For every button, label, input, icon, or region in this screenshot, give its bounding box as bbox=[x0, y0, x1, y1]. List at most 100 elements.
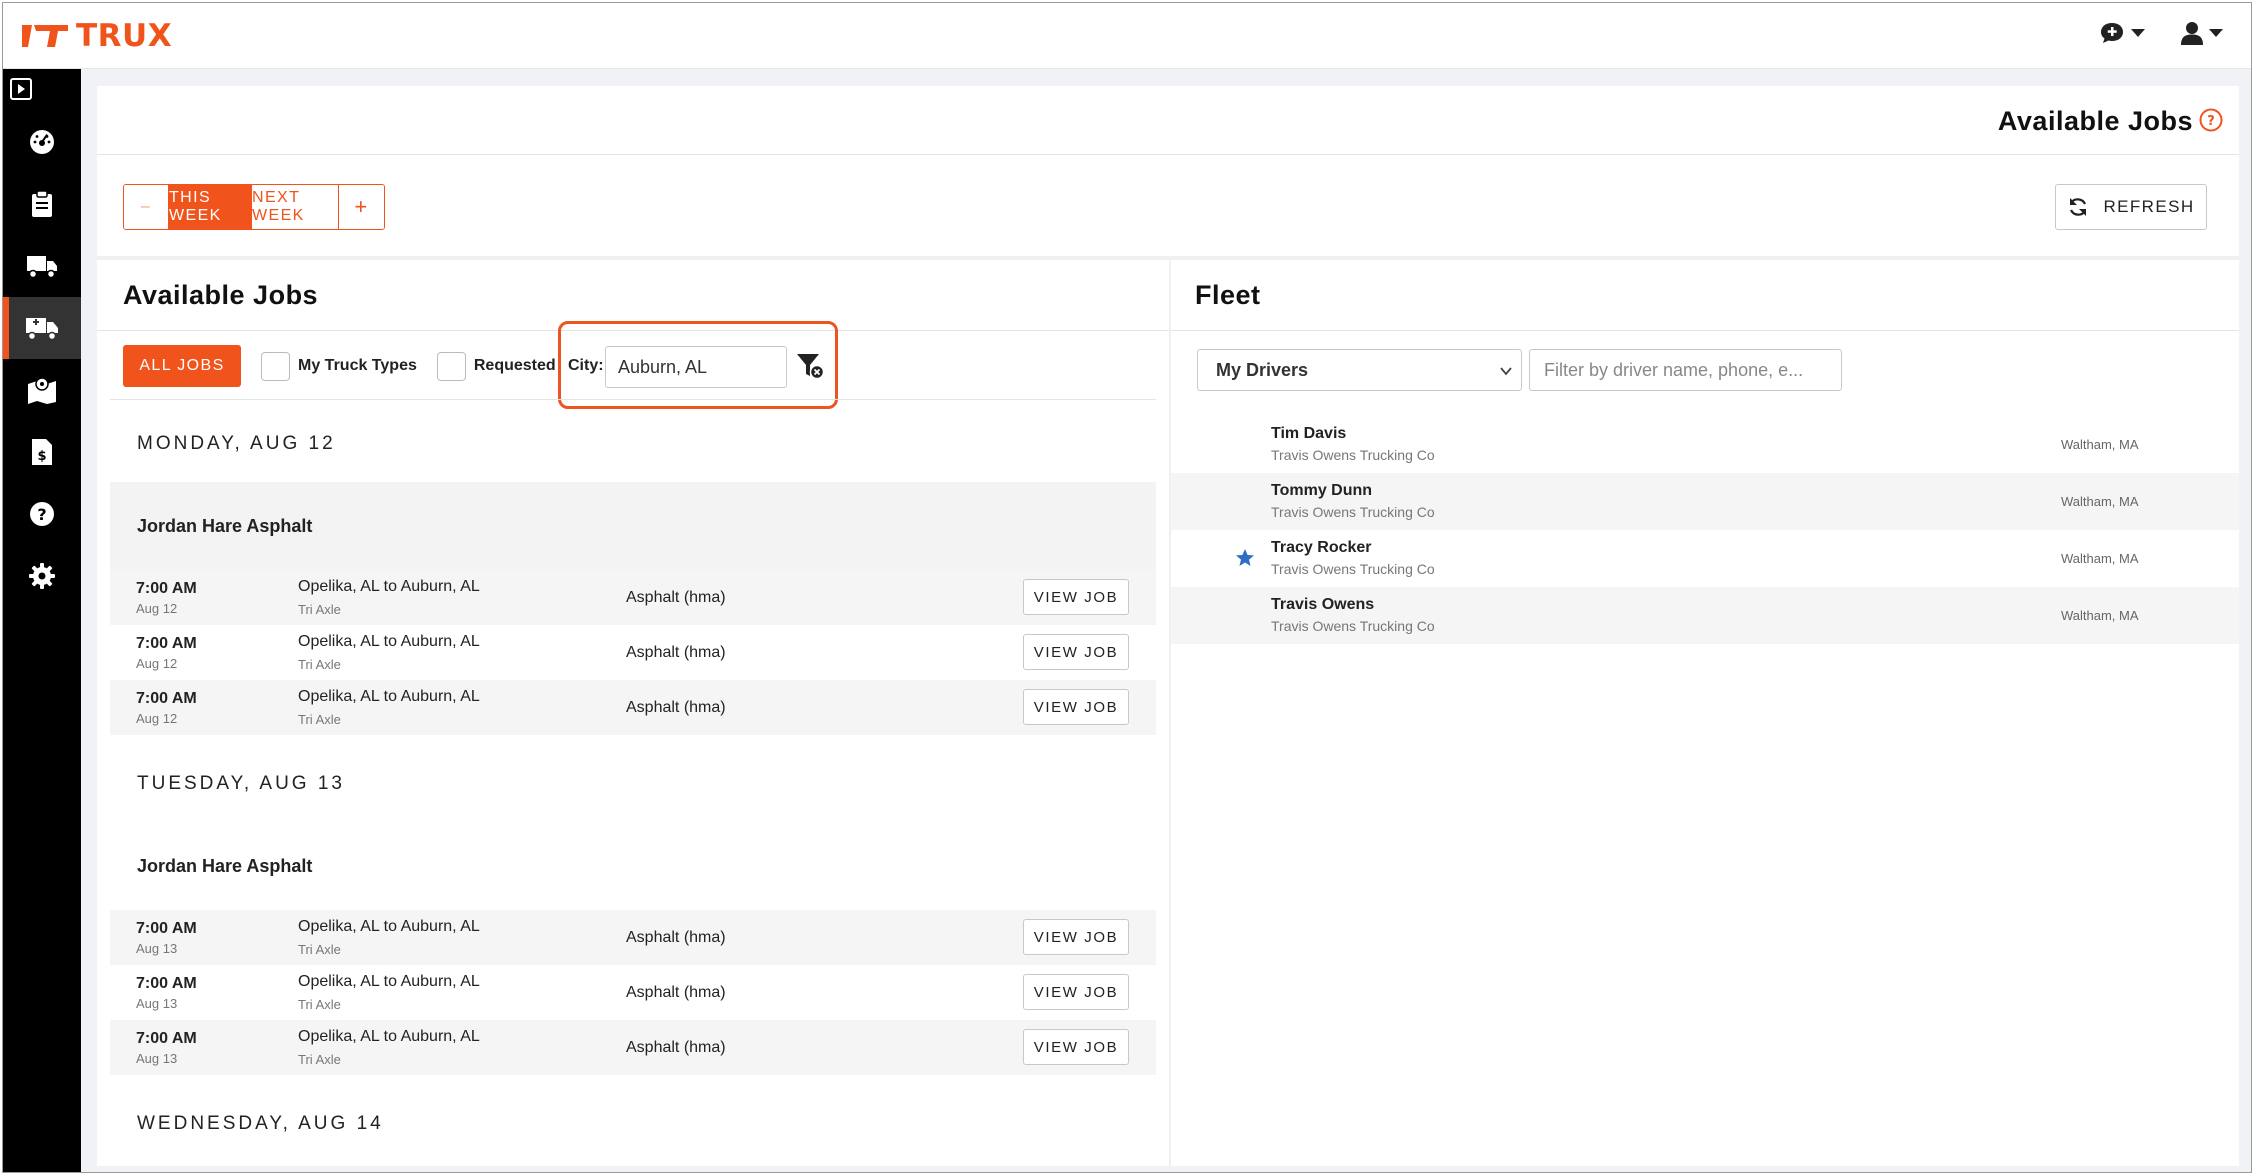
driver-filter-input[interactable] bbox=[1529, 349, 1842, 391]
day-heading: WEDNESDAY, AUG 14 bbox=[137, 1113, 384, 1134]
help-icon: ? bbox=[30, 502, 54, 526]
week-navigation: – THIS WEEK NEXT WEEK + bbox=[123, 184, 385, 230]
sidebar-item-map[interactable] bbox=[3, 359, 81, 421]
sidebar-item-jobs[interactable] bbox=[3, 173, 81, 235]
job-date: Aug 12 bbox=[136, 601, 178, 616]
job-row: 7:00 AM Aug 13 Opelika, AL to Auburn, AL… bbox=[110, 910, 1156, 965]
drivers-select[interactable]: My Drivers bbox=[1197, 349, 1522, 391]
driver-name: Tim Davis bbox=[1271, 425, 1347, 442]
map-icon bbox=[28, 377, 56, 404]
help-circle-icon[interactable]: ? bbox=[2199, 108, 2223, 132]
sidebar-item-invoices[interactable]: $ bbox=[3, 421, 81, 483]
logo-mark-icon bbox=[22, 23, 68, 49]
job-truck-type: Tri Axle bbox=[298, 657, 341, 672]
brand-logo[interactable]: TRUX bbox=[22, 19, 172, 53]
job-time: 7:00 AM bbox=[136, 920, 197, 937]
view-job-button[interactable]: VIEW JOB bbox=[1023, 579, 1129, 615]
job-material: Asphalt (hma) bbox=[626, 1039, 726, 1056]
sidebar-item-settings[interactable] bbox=[3, 545, 81, 607]
view-job-button[interactable]: VIEW JOB bbox=[1023, 634, 1129, 670]
chevron-down-icon bbox=[2131, 29, 2145, 37]
requested-label: Requested bbox=[473, 357, 556, 374]
fleet-panel-separator bbox=[1171, 330, 2239, 331]
star-icon[interactable] bbox=[1235, 548, 1255, 568]
job-date: Aug 12 bbox=[136, 656, 178, 671]
sidebar-item-trucks[interactable] bbox=[3, 235, 81, 297]
job-route: Opelika, AL to Auburn, AL bbox=[298, 918, 480, 935]
add-week-button[interactable]: + bbox=[339, 185, 384, 229]
clear-filter-icon[interactable] bbox=[796, 352, 824, 380]
job-row: 7:00 AM Aug 12 Opelika, AL to Auburn, AL… bbox=[110, 680, 1156, 735]
driver-location: Waltham, MA bbox=[2061, 494, 2139, 509]
requested-checkbox[interactable] bbox=[436, 351, 466, 381]
job-date: Aug 13 bbox=[136, 941, 178, 956]
driver-company: Travis Owens Trucking Co bbox=[1271, 447, 1435, 463]
top-bar: TRUX bbox=[3, 3, 2251, 69]
job-date: Aug 12 bbox=[136, 711, 178, 726]
job-route: Opelika, AL to Auburn, AL bbox=[298, 973, 480, 990]
job-time: 7:00 AM bbox=[136, 580, 197, 597]
sidebar-item-dashboard[interactable] bbox=[3, 111, 81, 173]
job-date: Aug 13 bbox=[136, 996, 178, 1011]
chat-icon bbox=[2101, 23, 2123, 43]
this-week-button[interactable]: THIS WEEK bbox=[169, 185, 252, 229]
view-job-button[interactable]: VIEW JOB bbox=[1023, 1029, 1129, 1065]
driver-location: Waltham, MA bbox=[2061, 437, 2139, 452]
driver-location: Waltham, MA bbox=[2061, 551, 2139, 566]
invoice-icon: $ bbox=[32, 439, 52, 465]
truck-icon bbox=[27, 256, 57, 279]
sidebar: $ ? bbox=[3, 69, 81, 1172]
view-job-button[interactable]: VIEW JOB bbox=[1023, 974, 1129, 1010]
driver-row[interactable]: Tracy Rocker Travis Owens Trucking Co Wa… bbox=[1171, 530, 2239, 587]
job-filters: ALL JOBS My Truck Types Requested bbox=[123, 344, 556, 388]
job-material: Asphalt (hma) bbox=[626, 699, 726, 716]
driver-location: Waltham, MA bbox=[2061, 608, 2139, 623]
page-title: Available Jobs bbox=[1997, 106, 2193, 136]
driver-row[interactable]: Tim Davis Travis Owens Trucking Co Walth… bbox=[1171, 416, 2239, 473]
job-row: 7:00 AM Aug 13 Opelika, AL to Auburn, AL… bbox=[110, 965, 1156, 1020]
job-time: 7:00 AM bbox=[136, 1030, 197, 1047]
view-job-button[interactable]: VIEW JOB bbox=[1023, 919, 1129, 955]
driver-row[interactable]: Travis Owens Travis Owens Trucking Co Wa… bbox=[1171, 587, 2239, 644]
driver-company: Travis Owens Trucking Co bbox=[1271, 504, 1435, 520]
drivers-select-value: My Drivers bbox=[1216, 359, 1309, 380]
city-input[interactable] bbox=[605, 346, 787, 388]
day-heading: TUESDAY, AUG 13 bbox=[137, 773, 345, 794]
job-material: Asphalt (hma) bbox=[626, 929, 726, 946]
refresh-button[interactable]: REFRESH bbox=[2055, 184, 2207, 230]
job-row: 7:00 AM Aug 12 Opelika, AL to Auburn, AL… bbox=[110, 570, 1156, 625]
job-truck-type: Tri Axle bbox=[298, 712, 341, 727]
previous-week-button[interactable]: – bbox=[124, 185, 169, 229]
dashboard-icon bbox=[30, 130, 54, 154]
my-truck-types-checkbox[interactable] bbox=[261, 351, 290, 381]
main-content: Available Jobs ? – THIS WEEK NEXT WEEK +… bbox=[97, 86, 2239, 1166]
job-time: 7:00 AM bbox=[136, 635, 197, 652]
brand-name: TRUX bbox=[76, 18, 173, 54]
driver-name: Travis Owens bbox=[1271, 596, 1375, 613]
next-week-button[interactable]: NEXT WEEK bbox=[252, 185, 339, 229]
view-job-button[interactable]: VIEW JOB bbox=[1023, 689, 1129, 725]
sidebar-item-available-jobs[interactable] bbox=[3, 297, 81, 359]
my-truck-types-label: My Truck Types bbox=[298, 357, 417, 374]
fleet-panel-title: Fleet bbox=[1195, 280, 1261, 310]
job-route: Opelika, AL to Auburn, AL bbox=[298, 578, 480, 595]
job-truck-type: Tri Axle bbox=[298, 602, 341, 617]
svg-text:$: $ bbox=[37, 449, 46, 464]
truck-jobs-icon bbox=[26, 318, 58, 341]
svg-text:?: ? bbox=[2207, 114, 2215, 129]
company-name: Jordan Hare Asphalt bbox=[137, 856, 313, 876]
company-name: Jordan Hare Asphalt bbox=[137, 516, 313, 536]
day-heading: MONDAY, AUG 12 bbox=[137, 433, 336, 454]
fleet-panel: Fleet My Drivers Tim Davis Travis Owens … bbox=[1171, 260, 2239, 1166]
user-menu[interactable] bbox=[2181, 21, 2223, 45]
user-icon bbox=[2181, 22, 2203, 45]
driver-row[interactable]: Tommy Dunn Travis Owens Trucking Co Walt… bbox=[1171, 473, 2239, 530]
sidebar-item-help[interactable]: ? bbox=[3, 483, 81, 545]
refresh-icon bbox=[2070, 198, 2087, 216]
chat-menu[interactable] bbox=[2099, 21, 2145, 45]
job-time: 7:00 AM bbox=[136, 690, 197, 707]
all-jobs-button[interactable]: ALL JOBS bbox=[123, 345, 241, 387]
sidebar-toggle-icon[interactable] bbox=[9, 77, 33, 101]
job-time: 7:00 AM bbox=[136, 975, 197, 992]
clipboard-icon bbox=[32, 190, 52, 217]
